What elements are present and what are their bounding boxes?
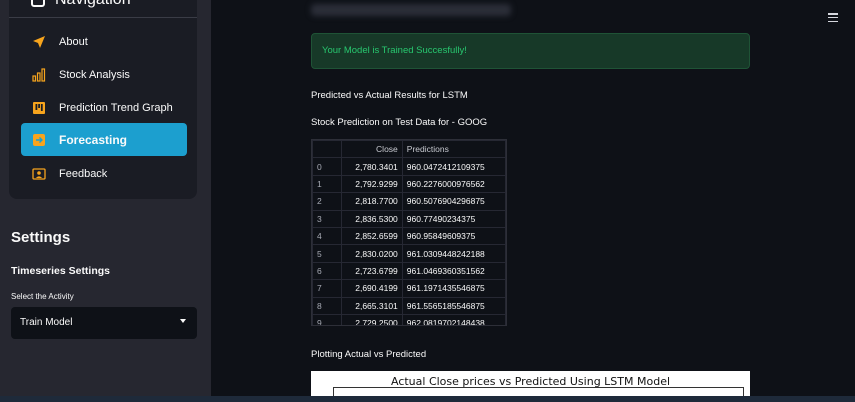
predictions-table: Close Predictions 0 2,780.3401 960.0472412… bbox=[312, 140, 506, 325]
prediction-cell: 961.1971435546875 bbox=[401, 279, 506, 298]
prediction-cell: 960.0472412109375 bbox=[401, 157, 506, 176]
close-cell: 2,665.3101 bbox=[341, 296, 403, 315]
paper-plane-icon bbox=[31, 34, 47, 50]
hamburger-menu-icon[interactable] bbox=[828, 13, 838, 22]
nav-item-prediction-trend-graph[interactable]: Prediction Trend Graph bbox=[21, 91, 187, 124]
row-index: 0 bbox=[312, 157, 343, 176]
page-title-blurred bbox=[311, 4, 511, 16]
column-header-close[interactable]: Close bbox=[341, 140, 403, 159]
prediction-cell: 960.5076904296875 bbox=[401, 192, 506, 211]
table-row: 8 2,665.3101 961.5565185546875 bbox=[312, 296, 506, 315]
row-index: 1 bbox=[312, 174, 343, 194]
nav-item-label: Stock Analysis bbox=[59, 68, 130, 81]
prediction-cell: 960.2276000976562 bbox=[401, 174, 506, 194]
timeseries-settings-heading: Timeseries Settings bbox=[11, 265, 111, 277]
prediction-cell: 962.0819702148438 bbox=[401, 313, 506, 325]
nav-item-about[interactable]: About bbox=[21, 25, 187, 58]
close-cell: 2,723.6799 bbox=[341, 261, 403, 281]
nav-item-label: Prediction Trend Graph bbox=[59, 101, 173, 114]
activity-select-value: Train Model bbox=[20, 317, 73, 328]
close-cell: 2,818.7700 bbox=[341, 192, 403, 211]
person-card-icon bbox=[31, 166, 47, 182]
row-index: 4 bbox=[312, 226, 343, 246]
nav-item-feedback[interactable]: Feedback bbox=[21, 157, 187, 190]
success-alert: Your Model is Trained Succesfully! bbox=[311, 33, 750, 69]
results-title: Predicted vs Actual Results for LSTM bbox=[311, 90, 468, 101]
navigation-title: Navigation bbox=[55, 0, 131, 8]
navigation-menu: Navigation About Stock Analysis bbox=[9, 0, 197, 199]
plot-section-title: Plotting Actual vs Predicted bbox=[311, 349, 427, 360]
row-index: 9 bbox=[312, 313, 343, 325]
prediction-cell: 961.0309448242188 bbox=[401, 244, 506, 263]
navigation-icon bbox=[31, 0, 45, 7]
trend-graph-icon bbox=[31, 100, 47, 116]
nav-item-label: About bbox=[59, 35, 88, 48]
table-row: 4 2,852.6599 960.95849609375 bbox=[312, 226, 506, 246]
prediction-cell: 961.0469360351562 bbox=[401, 261, 506, 281]
nav-item-forecasting[interactable]: Forecasting bbox=[21, 123, 187, 156]
arrow-right-square-icon bbox=[31, 132, 47, 148]
table-title: Stock Prediction on Test Data for - GOOG bbox=[311, 117, 488, 128]
table-row: 3 2,836.5300 960.77490234375 bbox=[312, 209, 506, 228]
prediction-cell: 960.95849609375 bbox=[401, 226, 506, 246]
close-cell: 2,690.4199 bbox=[341, 279, 403, 298]
row-index: 6 bbox=[312, 261, 343, 281]
prediction-cell: 961.5565185546875 bbox=[401, 296, 506, 315]
bar-chart-icon bbox=[31, 67, 47, 83]
table-row: 0 2,780.3401 960.0472412109375 bbox=[312, 157, 506, 176]
table-row: 9 2,729.2500 962.0819702148438 bbox=[312, 313, 506, 325]
table-row: 1 2,792.9299 960.2276000976562 bbox=[312, 174, 506, 194]
row-index: 3 bbox=[312, 209, 343, 228]
column-header-predictions[interactable]: Predictions bbox=[401, 140, 506, 159]
predictions-dataframe[interactable]: Close Predictions 0 2,780.3401 960.0472412… bbox=[311, 139, 507, 326]
os-taskbar bbox=[0, 396, 855, 402]
row-index: 7 bbox=[312, 279, 343, 298]
table-row: 2 2,818.7700 960.5076904296875 bbox=[312, 192, 506, 211]
close-cell: 2,830.0200 bbox=[341, 244, 403, 263]
navigation-header: Navigation bbox=[9, 0, 197, 18]
nav-item-stock-analysis[interactable]: Stock Analysis bbox=[21, 58, 187, 91]
table-row: 5 2,830.0200 961.0309448242188 bbox=[312, 244, 506, 263]
nav-item-label: Forecasting bbox=[59, 132, 128, 147]
table-row: 7 2,690.4199 961.1971435546875 bbox=[312, 279, 506, 298]
close-cell: 2,792.9299 bbox=[341, 174, 403, 194]
main-content: Your Model is Trained Succesfully! Predi… bbox=[211, 0, 855, 402]
close-cell: 2,729.2500 bbox=[341, 313, 403, 325]
table-header-row: Close Predictions bbox=[312, 140, 506, 159]
nav-item-label: Feedback bbox=[59, 167, 108, 180]
activity-select-label: Select the Activity bbox=[11, 292, 74, 301]
row-index: 5 bbox=[312, 244, 343, 263]
table-row: 6 2,723.6799 961.0469360351562 bbox=[312, 261, 506, 281]
sidebar: Navigation About Stock Analysis bbox=[0, 0, 211, 402]
success-message: Your Model is Trained Succesfully! bbox=[322, 45, 467, 56]
prediction-cell: 960.77490234375 bbox=[401, 209, 506, 228]
column-header-index bbox=[312, 140, 343, 159]
row-index: 2 bbox=[312, 192, 343, 211]
close-cell: 2,780.3401 bbox=[341, 157, 403, 176]
settings-heading: Settings bbox=[11, 229, 71, 246]
chevron-down-icon bbox=[180, 319, 186, 323]
close-cell: 2,852.6599 bbox=[341, 226, 403, 246]
row-index: 8 bbox=[312, 296, 343, 315]
close-cell: 2,836.5300 bbox=[341, 209, 403, 228]
activity-select[interactable]: Train Model bbox=[11, 307, 197, 339]
